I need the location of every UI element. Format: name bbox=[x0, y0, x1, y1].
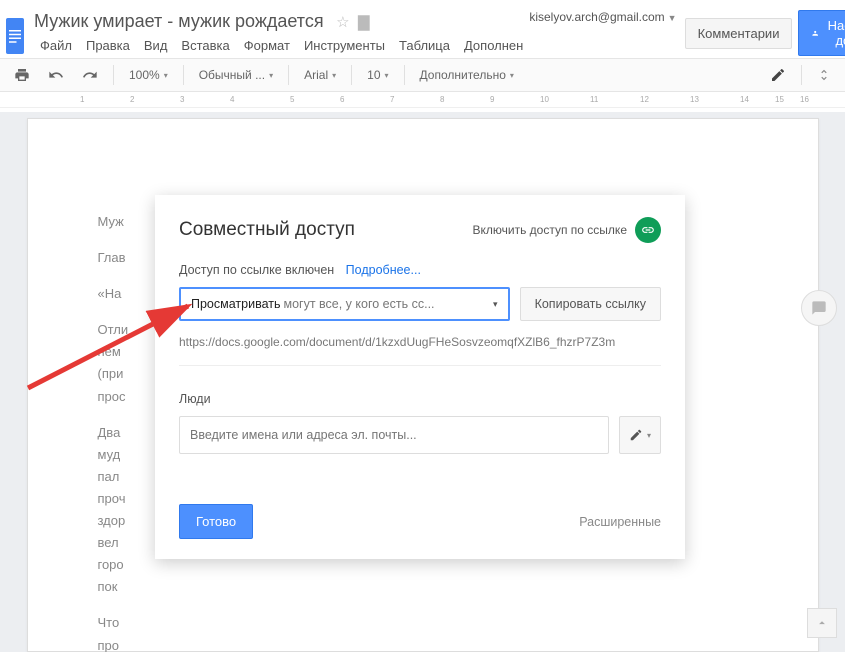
ruler: 1 2 3 4 5 6 7 8 9 10 11 12 13 14 15 16 bbox=[0, 92, 845, 108]
learn-more-link[interactable]: Подробнее... bbox=[346, 263, 421, 277]
separator bbox=[404, 65, 405, 85]
dialog-title: Совместный доступ bbox=[179, 219, 473, 241]
share-dialog: Совместный доступ Включить доступ по ссы… bbox=[155, 195, 685, 559]
copy-link-button[interactable]: Копировать ссылку bbox=[520, 287, 661, 321]
toolbar: 100% Обычный ... Arial 10 Дополнительно bbox=[0, 58, 845, 92]
menu-insert[interactable]: Вставка bbox=[175, 35, 235, 56]
people-label: Люди bbox=[179, 392, 661, 406]
user-email[interactable]: kiselyov.arch@gmail.com ▼ bbox=[529, 10, 676, 24]
doc-title[interactable]: Мужик умирает - мужик рождается bbox=[34, 11, 324, 32]
menu-tools[interactable]: Инструменты bbox=[298, 35, 391, 56]
expand-icon[interactable] bbox=[811, 64, 837, 86]
user-email-text: kiselyov.arch@gmail.com bbox=[529, 10, 664, 24]
menu-edit[interactable]: Правка bbox=[80, 35, 136, 56]
size-dropdown[interactable]: 10 bbox=[361, 64, 394, 86]
menu-table[interactable]: Таблица bbox=[393, 35, 456, 56]
caret-icon: ▼ bbox=[668, 13, 677, 23]
permission-dropdown[interactable] bbox=[619, 416, 661, 454]
style-dropdown[interactable]: Обычный ... bbox=[193, 64, 279, 86]
separator bbox=[351, 65, 352, 85]
menu-file[interactable]: Файл bbox=[34, 35, 78, 56]
star-icon[interactable]: ☆ bbox=[336, 13, 349, 31]
separator bbox=[183, 65, 184, 85]
more-dropdown[interactable]: Дополнительно bbox=[414, 64, 520, 86]
title-area: Мужик умирает - мужик рождается ☆ ▇ Файл… bbox=[34, 11, 529, 56]
header: Мужик умирает - мужик рождается ☆ ▇ Файл… bbox=[0, 0, 845, 58]
redo-icon[interactable] bbox=[76, 63, 104, 87]
menu-view[interactable]: Вид bbox=[138, 35, 174, 56]
separator bbox=[113, 65, 114, 85]
share-url[interactable]: https://docs.google.com/document/d/1kzxd… bbox=[179, 331, 661, 366]
separator bbox=[801, 65, 802, 85]
link-toggle-label: Включить доступ по ссылке bbox=[473, 223, 628, 237]
docs-logo[interactable] bbox=[6, 18, 24, 54]
print-icon[interactable] bbox=[8, 63, 36, 87]
share-button[interactable]: Настройки доступа bbox=[798, 10, 845, 56]
access-scope-label: могут все, у кого есть сс... bbox=[283, 297, 487, 311]
undo-icon[interactable] bbox=[42, 63, 70, 87]
share-button-label: Настройки доступа bbox=[825, 18, 845, 48]
access-level-label: Просматривать bbox=[191, 297, 280, 311]
collapse-button[interactable] bbox=[807, 608, 837, 638]
link-status: Доступ по ссылке включен Подробнее... bbox=[179, 263, 661, 277]
separator bbox=[288, 65, 289, 85]
advanced-link[interactable]: Расширенные bbox=[579, 515, 661, 529]
link-icon[interactable] bbox=[635, 217, 661, 243]
done-button[interactable]: Готово bbox=[179, 504, 253, 539]
font-dropdown[interactable]: Arial bbox=[298, 64, 342, 86]
people-input[interactable] bbox=[179, 416, 609, 454]
access-dropdown[interactable]: Просматривать могут все, у кого есть сс.… bbox=[179, 287, 510, 321]
zoom-dropdown[interactable]: 100% bbox=[123, 64, 174, 86]
menu-format[interactable]: Формат bbox=[238, 35, 296, 56]
menubar: Файл Правка Вид Вставка Формат Инструмен… bbox=[34, 35, 529, 56]
edit-mode-icon[interactable] bbox=[764, 63, 792, 87]
para: Что про - сот ноутбук с огромным экраном… bbox=[98, 612, 748, 652]
menu-addons[interactable]: Дополнен bbox=[458, 35, 529, 56]
comments-button[interactable]: Комментарии bbox=[685, 18, 793, 49]
folder-icon[interactable]: ▇ bbox=[358, 13, 370, 31]
explore-button[interactable] bbox=[801, 290, 837, 326]
